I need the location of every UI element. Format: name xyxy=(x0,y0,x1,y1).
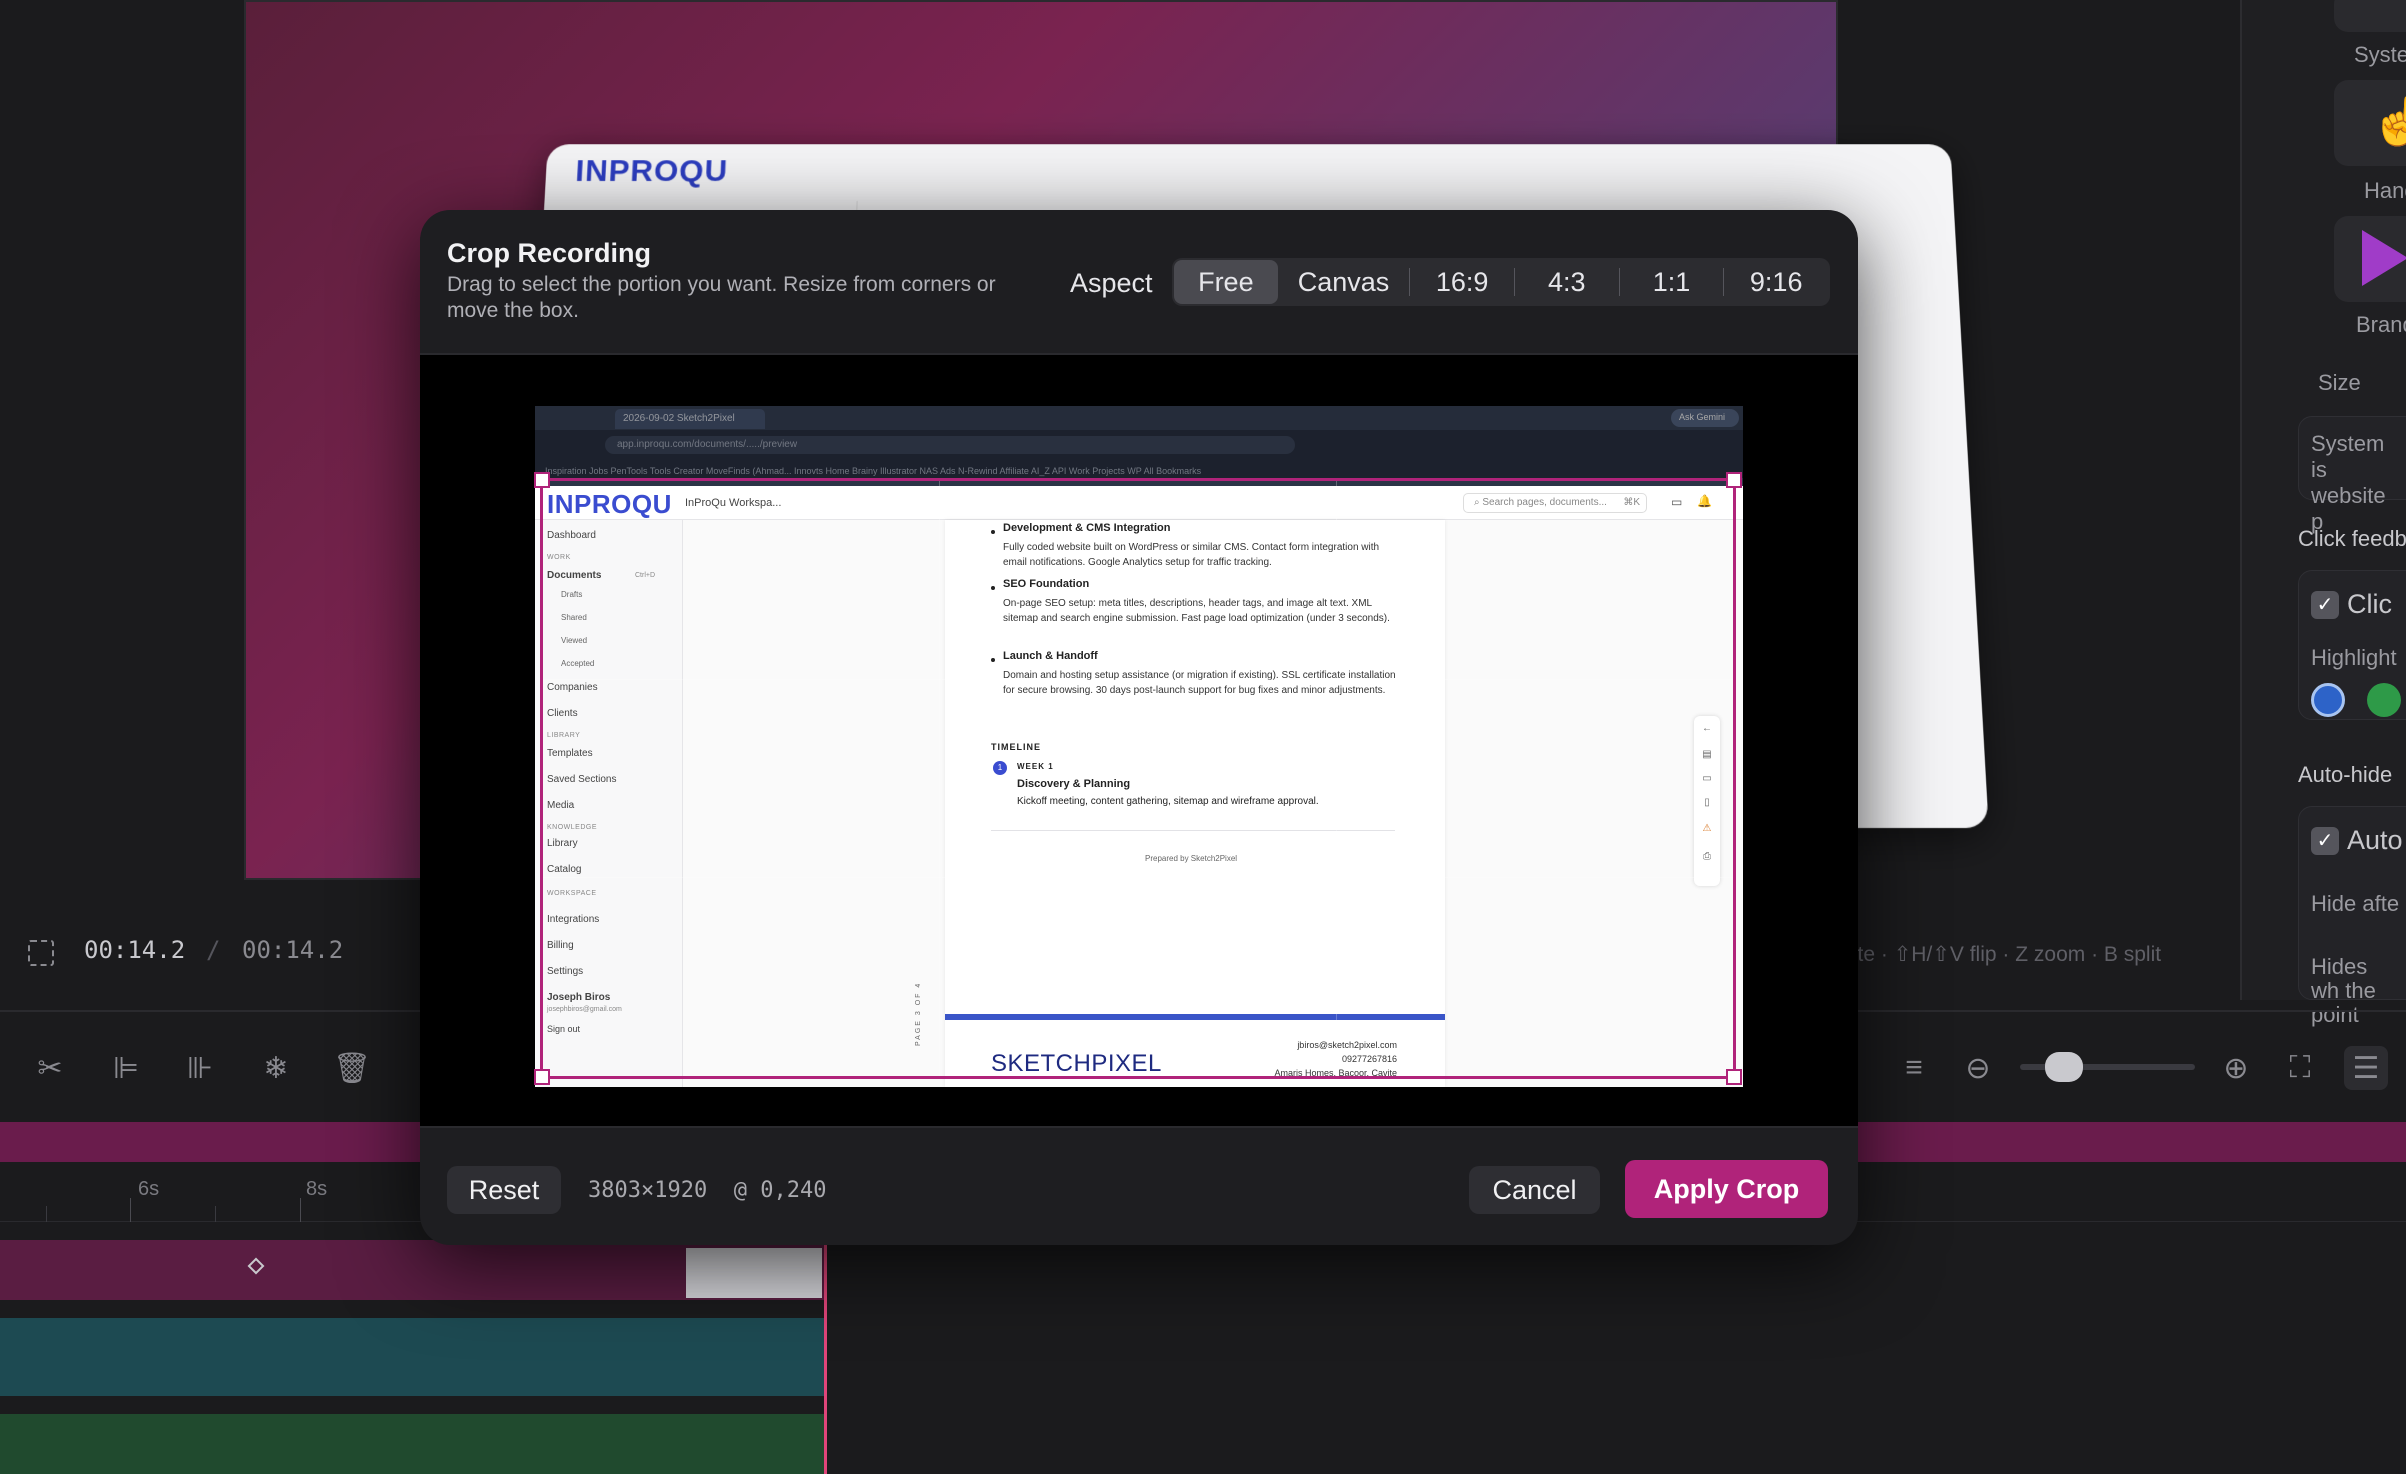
click-feedback-card: ✓ Clic Highlight xyxy=(2298,570,2406,720)
auto-checkbox-icon[interactable]: ✓ xyxy=(2311,827,2339,855)
hand-cursor-label: Hand xyxy=(2364,178,2406,203)
crop-handle-top-right[interactable] xyxy=(1726,472,1742,488)
click-feedback-heading: Click feedb xyxy=(2298,526,2406,551)
crop-handle-bottom-left[interactable] xyxy=(534,1069,550,1085)
hand-cursor-option[interactable]: ☝ xyxy=(2334,80,2406,166)
cancel-button[interactable]: Cancel xyxy=(1469,1166,1600,1214)
size-label: Size xyxy=(2318,370,2361,395)
click-checkbox-label: Clic xyxy=(2347,589,2392,619)
sliders-icon[interactable]: ≡ xyxy=(1892,1046,1936,1090)
current-time: 00:14.2 xyxy=(84,936,186,964)
crop-dimensions: 3803×1920 @ 0,240 xyxy=(588,1178,826,1203)
time-separator: / xyxy=(206,936,221,964)
preview-logo: INPROQU xyxy=(574,153,729,188)
list-icon[interactable]: ☰ xyxy=(2344,1046,2388,1090)
fit-screen-icon[interactable]: ⛶ xyxy=(2278,1046,2322,1090)
audio-track-clip[interactable] xyxy=(0,1318,825,1396)
color-swatch-green[interactable] xyxy=(2367,683,2401,717)
aspect-option-1-1[interactable]: 1:1 xyxy=(1620,260,1724,304)
auto-hide-heading: Auto-hide xyxy=(2298,762,2393,787)
align-right-icon[interactable]: ⊪ xyxy=(178,1046,222,1090)
select-region-icon[interactable] xyxy=(28,940,54,966)
aspect-option-canvas[interactable]: Canvas xyxy=(1278,260,1410,304)
crop-offset: @ 0,240 xyxy=(733,1178,827,1203)
crop-handle-top-left[interactable] xyxy=(534,472,550,488)
crop-handle-bottom-right[interactable] xyxy=(1726,1069,1742,1085)
system-cursor-option[interactable] xyxy=(2334,0,2406,32)
system-cursor-label: Systen xyxy=(2354,42,2406,67)
crop-excluded-area xyxy=(535,406,1743,478)
aspect-option-free[interactable]: Free xyxy=(1174,260,1278,304)
crop-selection-box[interactable] xyxy=(534,472,1742,1085)
aspect-option-16-9[interactable]: 16:9 xyxy=(1410,260,1514,304)
reset-button[interactable]: Reset xyxy=(447,1166,561,1214)
dialog-subtitle: Drag to select the portion you want. Res… xyxy=(447,273,996,322)
freeze-icon[interactable]: ❄ xyxy=(254,1046,298,1090)
settings-panel: Systen ☝ Hand Brand Size System is websi… xyxy=(2240,0,2406,1027)
dialog-footer: Reset 3803×1920 @ 0,240 Cancel Apply Cro… xyxy=(420,1128,1858,1245)
click-checkbox-icon[interactable]: ✓ xyxy=(2311,591,2339,619)
highlight-label: Highlight xyxy=(2311,645,2397,670)
zoom-out-icon[interactable]: ⊖ xyxy=(1956,1046,2000,1090)
apply-crop-button[interactable]: Apply Crop xyxy=(1625,1160,1828,1218)
brand-cursor-option[interactable] xyxy=(2334,216,2406,302)
playhead[interactable] xyxy=(824,1240,827,1474)
align-left-icon[interactable]: ⊫ xyxy=(104,1046,148,1090)
system-info-text: System is website p xyxy=(2311,431,2386,534)
hand-cursor-icon: ☝ xyxy=(2370,95,2406,147)
clip-thumbnail xyxy=(686,1248,822,1298)
system-info-box: System is website p xyxy=(2298,416,2406,534)
brand-cursor-icon xyxy=(2362,230,2406,286)
dialog-title: Crop Recording xyxy=(447,238,652,268)
trash-icon[interactable]: 🗑 xyxy=(330,1046,374,1090)
ruler-tick-8s: 8s xyxy=(306,1178,328,1200)
crop-size: 3803×1920 xyxy=(588,1178,708,1203)
color-swatch-blue[interactable] xyxy=(2311,683,2345,717)
shortcut-hint: tate · ⇧H/⇧V flip · Z zoom · B split xyxy=(1840,943,2162,966)
aspect-option-4-3[interactable]: 4:3 xyxy=(1515,260,1619,304)
auto-hide-card: ✓ Auto Hide afte Hides wh the point xyxy=(2298,806,2406,1027)
brand-cursor-label: Brand xyxy=(2356,312,2406,337)
crop-dialog: Crop Recording Drag to select the portio… xyxy=(420,210,1858,1245)
hide-after-label: Hide afte xyxy=(2311,891,2400,916)
total-time: 00:14.2 xyxy=(242,936,344,964)
ruler-tick-6s: 6s xyxy=(138,1178,160,1200)
aspect-option-9-16[interactable]: 9:16 xyxy=(1724,260,1828,304)
keyframe-icon[interactable] xyxy=(247,1257,265,1275)
aspect-label: Aspect xyxy=(1070,268,1153,298)
aspect-selector: Free Canvas 16:9 4:3 1:1 9:16 xyxy=(1172,258,1830,306)
zoom-in-icon[interactable]: ⊕ xyxy=(2214,1046,2258,1090)
effects-track-clip[interactable] xyxy=(0,1414,825,1474)
scissors-icon[interactable]: ✂ xyxy=(28,1046,72,1090)
crop-stage: 2026-09-02 Sketch2Pixel Ask Gemini app.i… xyxy=(420,353,1858,1128)
auto-checkbox-label: Auto xyxy=(2347,825,2403,855)
zoom-slider-thumb[interactable] xyxy=(2045,1052,2083,1082)
